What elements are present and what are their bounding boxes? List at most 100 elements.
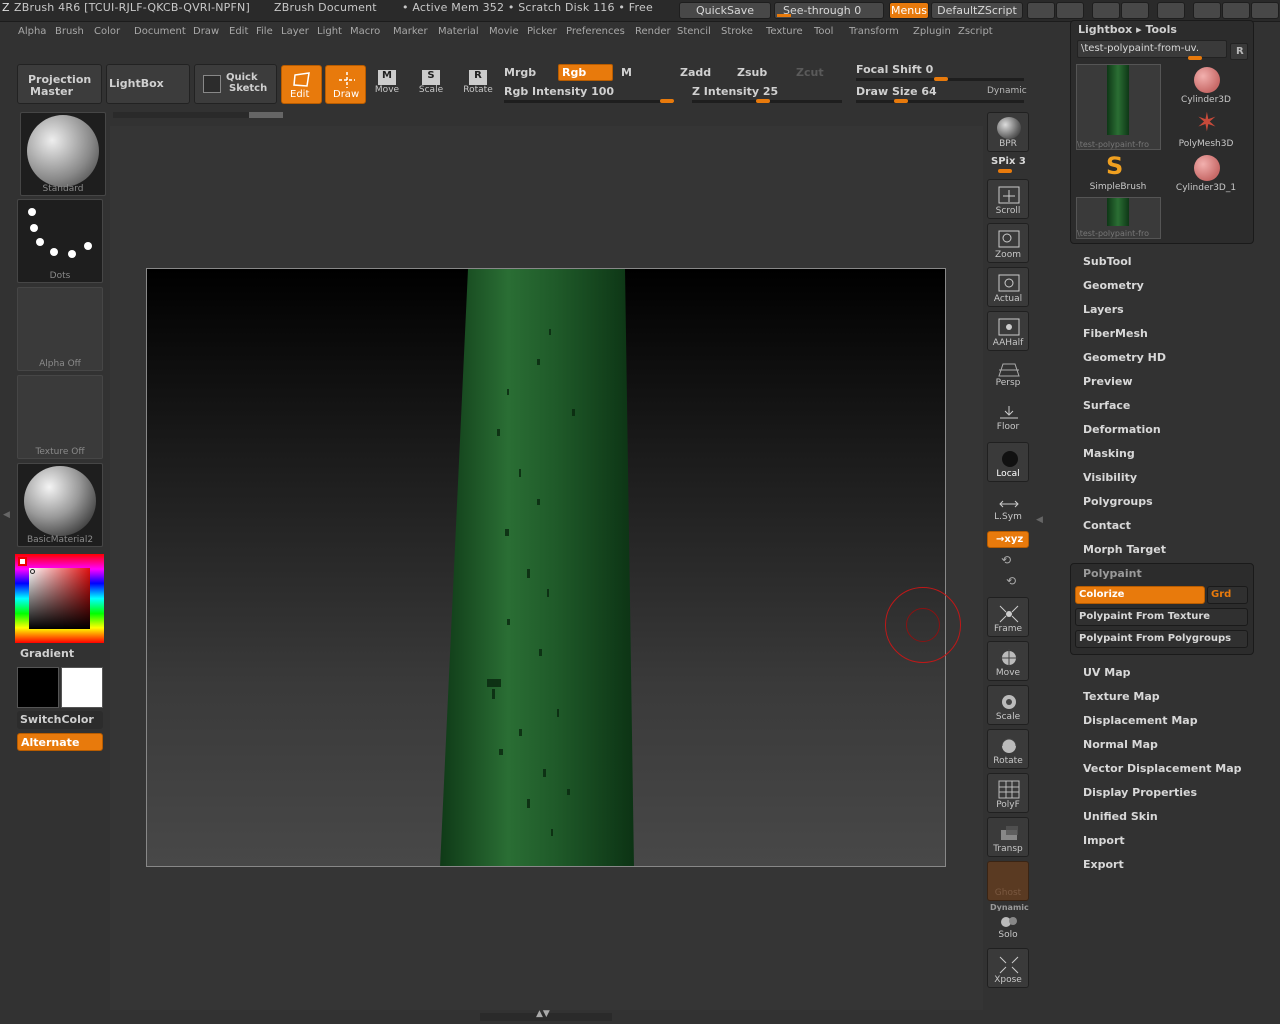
menu-layer[interactable]: Layer: [281, 26, 309, 37]
subpalette-displacement-map[interactable]: Displacement Map: [1083, 714, 1198, 727]
tool-thumb-polypaint-test[interactable]: \test-polypaint-fro: [1076, 64, 1161, 150]
subpalette-deformation[interactable]: Deformation: [1083, 423, 1161, 436]
solo-button[interactable]: Solo: [987, 911, 1029, 943]
scroll-button[interactable]: Scroll: [987, 179, 1029, 219]
quick-sketch-button[interactable]: Quick Sketch: [194, 64, 277, 104]
zcut-button[interactable]: Zcut: [796, 66, 824, 79]
tool-r-button[interactable]: R: [1230, 43, 1248, 60]
menu-texture[interactable]: Texture: [766, 26, 803, 37]
subpalette-geometry-hd[interactable]: Geometry HD: [1083, 351, 1166, 364]
m-button[interactable]: M: [621, 66, 632, 79]
menu-document[interactable]: Document: [134, 26, 186, 37]
move-mode-button[interactable]: M Move: [371, 70, 403, 95]
color-square[interactable]: [29, 568, 90, 629]
subpalette-normal-map[interactable]: Normal Map: [1083, 738, 1158, 751]
left-tray-toggle-icon[interactable]: ◀: [3, 510, 10, 528]
menu-zplugin[interactable]: Zplugin: [913, 26, 951, 37]
edit-button[interactable]: Edit: [281, 65, 322, 104]
xyz-button[interactable]: →xyz: [987, 531, 1029, 548]
subpalette-display-properties[interactable]: Display Properties: [1083, 786, 1197, 799]
rotate-z-icon[interactable]: ⟲: [1006, 574, 1016, 588]
rotate-y-icon[interactable]: ⟲: [1001, 553, 1011, 567]
transp-button[interactable]: Transp: [987, 817, 1029, 857]
polypaint-from-texture-button[interactable]: Polypaint From Texture: [1075, 608, 1248, 626]
subpalette-layers[interactable]: Layers: [1083, 303, 1124, 316]
menu-transform[interactable]: Transform: [849, 26, 899, 37]
focal-shift-slider[interactable]: [856, 77, 1024, 81]
quicksave-button[interactable]: QuickSave: [679, 2, 771, 19]
move-view-button[interactable]: Move: [987, 641, 1029, 681]
right-tray-toggle-icon[interactable]: ◀: [1036, 515, 1043, 525]
main-color-swatch[interactable]: [61, 667, 103, 708]
spix-slider[interactable]: SPix 3: [991, 156, 1026, 167]
zsub-button[interactable]: Zsub: [737, 66, 767, 79]
subpalette-surface[interactable]: Surface: [1083, 399, 1130, 412]
bottom-tray-toggle[interactable]: ▲▼: [480, 1009, 612, 1021]
subpalette-fibermesh[interactable]: FiberMesh: [1083, 327, 1148, 340]
subpalette-morph-target[interactable]: Morph Target: [1083, 543, 1166, 556]
minimize-icon[interactable]: [1193, 2, 1221, 19]
mrgb-button[interactable]: Mrgb: [504, 66, 536, 79]
rgb-button[interactable]: Rgb: [558, 64, 613, 81]
secondary-color-swatch[interactable]: [17, 667, 59, 708]
menu-zscript[interactable]: Zscript: [958, 26, 993, 37]
frame-button[interactable]: Frame: [987, 597, 1029, 637]
menu-marker[interactable]: Marker: [393, 26, 428, 37]
scroll-left-icon[interactable]: [1027, 2, 1055, 19]
tool-cylinder3d[interactable]: Cylinder3D: [1170, 64, 1242, 108]
stroke-thumbnail[interactable]: Dots: [17, 199, 103, 283]
rotate-mode-button[interactable]: R Rotate: [461, 70, 495, 95]
polypaint-from-polygroups-button[interactable]: Polypaint From Polygroups: [1075, 630, 1248, 648]
grd-button[interactable]: Grd: [1207, 586, 1248, 604]
subpalette-uv-map[interactable]: UV Map: [1083, 666, 1131, 679]
menu-macro[interactable]: Macro: [350, 26, 380, 37]
rotate-view-button[interactable]: Rotate: [987, 729, 1029, 769]
tool-thumb-polypaint-test-2[interactable]: \test-polypaint-fro: [1076, 197, 1161, 239]
menu-render[interactable]: Render: [635, 26, 671, 37]
menu-picker[interactable]: Picker: [527, 26, 557, 37]
menu-file[interactable]: File: [256, 26, 273, 37]
color-picker[interactable]: [15, 554, 104, 643]
scale-mode-button[interactable]: S Scale: [415, 70, 447, 95]
layout-icon[interactable]: [1092, 2, 1120, 19]
menus-button[interactable]: Menus: [889, 2, 929, 19]
subpalette-preview[interactable]: Preview: [1083, 375, 1133, 388]
alpha-thumbnail[interactable]: Alpha Off: [17, 287, 103, 371]
see-through-slider[interactable]: See-through 0: [774, 2, 884, 19]
subpalette-subtool[interactable]: SubTool: [1083, 255, 1132, 268]
zoom-button[interactable]: Zoom: [987, 223, 1029, 263]
polyf-button[interactable]: PolyF: [987, 773, 1029, 813]
draw-button[interactable]: Draw: [325, 65, 366, 104]
menu-light[interactable]: Light: [317, 26, 342, 37]
menu-stroke[interactable]: Stroke: [721, 26, 753, 37]
subpalette-export[interactable]: Export: [1083, 858, 1124, 871]
projection-master-button[interactable]: Projection Master: [17, 64, 102, 104]
menu-movie[interactable]: Movie: [489, 26, 519, 37]
floor-button[interactable]: Floor: [987, 397, 1029, 435]
scale-view-button[interactable]: Scale: [987, 685, 1029, 725]
menu-draw[interactable]: Draw: [193, 26, 219, 37]
gradient-toggle[interactable]: Gradient: [20, 647, 74, 660]
restore-icon[interactable]: [1222, 2, 1250, 19]
tool-simplebrush[interactable]: S SimpleBrush: [1080, 153, 1156, 197]
menu-tool[interactable]: Tool: [814, 26, 833, 37]
subpalette-geometry[interactable]: Geometry: [1083, 279, 1144, 292]
subpalette-contact[interactable]: Contact: [1083, 519, 1131, 532]
subpalette-vector-displacement-map[interactable]: Vector Displacement Map: [1083, 762, 1242, 775]
subpalette-polygroups[interactable]: Polygroups: [1083, 495, 1153, 508]
menu-edit[interactable]: Edit: [229, 26, 248, 37]
alternate-button[interactable]: Alternate: [17, 733, 103, 751]
document-scroll-strip[interactable]: [113, 112, 283, 118]
menu-alpha[interactable]: Alpha: [18, 26, 46, 37]
current-tool-field[interactable]: \test-polypaint-from-uv.: [1077, 40, 1227, 60]
viewport[interactable]: [146, 268, 946, 867]
xpose-button[interactable]: Xpose: [987, 948, 1029, 988]
persp-button[interactable]: Persp: [987, 355, 1029, 391]
rgb-intensity-slider[interactable]: [504, 99, 674, 103]
colorize-button[interactable]: Colorize: [1075, 586, 1205, 604]
scroll-right-icon[interactable]: [1056, 2, 1084, 19]
draw-size-slider[interactable]: [856, 99, 1024, 103]
menu-stencil[interactable]: Stencil: [677, 26, 711, 37]
z-intensity-slider[interactable]: [692, 99, 842, 103]
subpalette-masking[interactable]: Masking: [1083, 447, 1135, 460]
